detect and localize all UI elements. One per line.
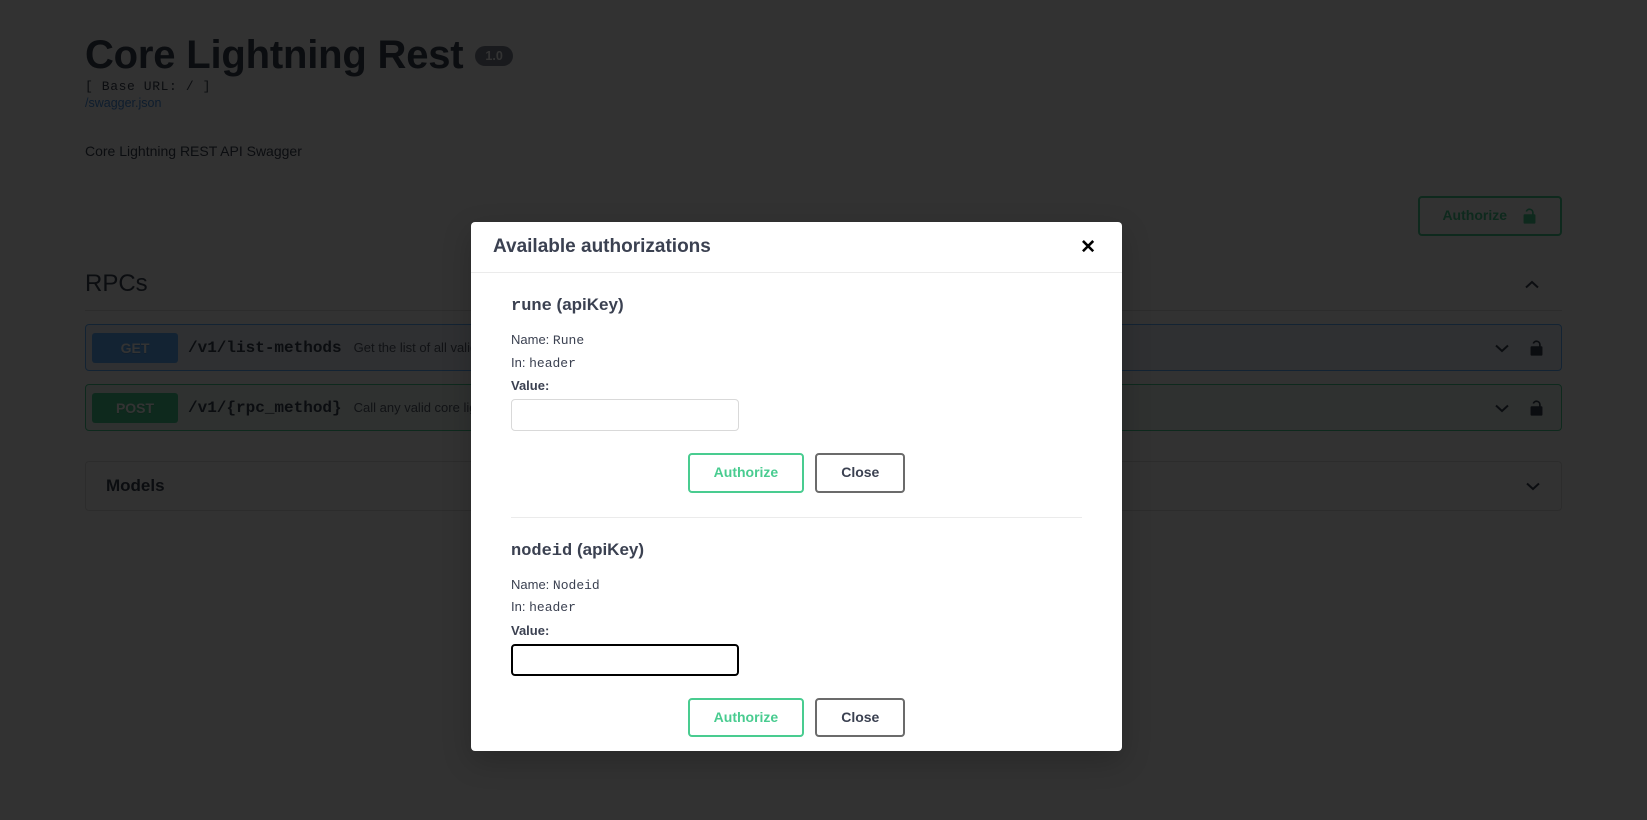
rune-close-button[interactable]: Close bbox=[815, 453, 906, 493]
auth-name-value: Nodeid bbox=[552, 577, 600, 593]
auth-name-row: Name: Nodeid bbox=[511, 575, 1082, 596]
auth-name-value: Rune bbox=[552, 333, 585, 348]
auth-scheme-name: nodeid bbox=[511, 541, 573, 561]
auth-scheme-heading: rune (apiKey) bbox=[511, 295, 1082, 316]
auth-in-row: In: header bbox=[511, 353, 1082, 374]
auth-scheme-heading: nodeid (apiKey) bbox=[511, 540, 1082, 561]
auth-in-value: header bbox=[529, 355, 576, 371]
auth-scheme-rune: rune (apiKey) Name: Rune In: header Valu… bbox=[511, 273, 1082, 495]
rune-authorize-button[interactable]: Authorize bbox=[687, 453, 805, 493]
close-icon[interactable]: ✕ bbox=[1074, 234, 1102, 261]
modal-header: Available authorizations ✕ bbox=[471, 222, 1122, 273]
nodeid-actions: Authorize Close bbox=[511, 697, 1082, 740]
auth-value-label: Value: bbox=[511, 378, 550, 393]
rune-value-input[interactable] bbox=[511, 399, 739, 431]
auth-scheme-name: rune bbox=[511, 297, 552, 316]
modal-title: Available authorizations bbox=[493, 236, 711, 257]
auth-container: rune (apiKey) Name: Rune In: header Valu… bbox=[491, 273, 1102, 739]
auth-value-label: Value: bbox=[511, 622, 550, 638]
auth-name-row: Name: Rune bbox=[511, 330, 1082, 351]
auth-scheme-nodeid: nodeid (apiKey) Name: Nodeid In: header … bbox=[511, 516, 1082, 740]
auth-scheme-type: (apiKey) bbox=[556, 295, 624, 314]
auth-in-value: header bbox=[529, 600, 576, 616]
auth-scheme-type: (apiKey) bbox=[576, 539, 645, 559]
auth-in-label: In: bbox=[511, 354, 526, 370]
modal-body: rune (apiKey) Name: Rune In: header Valu… bbox=[471, 273, 1122, 751]
available-authorizations-modal: Available authorizations ✕ rune (apiKey)… bbox=[471, 222, 1122, 751]
auth-name-label: Name: bbox=[511, 576, 550, 592]
auth-name-label: Name: bbox=[511, 332, 550, 347]
auth-in-row: In: header bbox=[511, 597, 1082, 618]
auth-in-label: In: bbox=[511, 599, 526, 615]
rune-actions: Authorize Close bbox=[511, 453, 1082, 495]
nodeid-authorize-button[interactable]: Authorize bbox=[687, 697, 805, 738]
nodeid-close-button[interactable]: Close bbox=[815, 697, 906, 738]
nodeid-value-input[interactable] bbox=[511, 643, 739, 676]
